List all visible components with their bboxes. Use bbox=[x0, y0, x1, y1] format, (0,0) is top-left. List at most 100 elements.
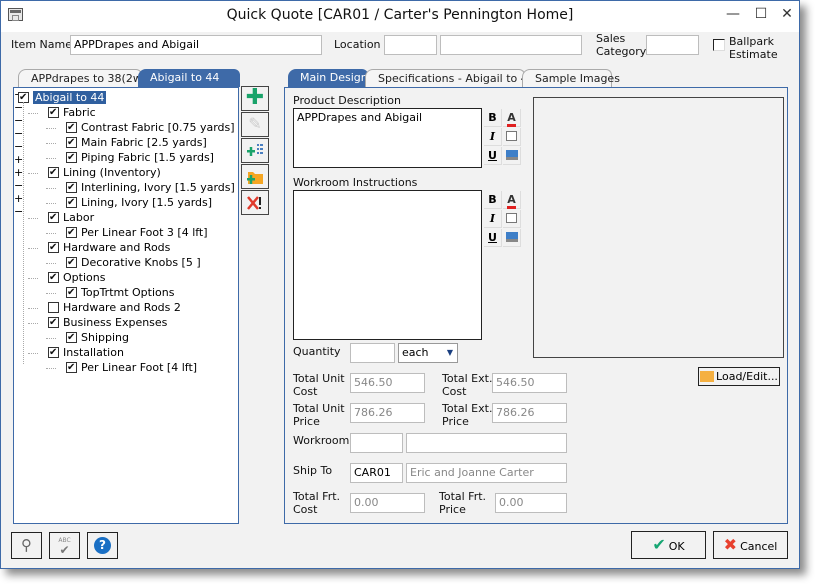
tree-node[interactable]: Lining, Ivory [1.5 yards] bbox=[66, 195, 212, 210]
tab-specifications[interactable]: Specifications - Abigail to 44 bbox=[365, 69, 535, 87]
tree-node-checkbox[interactable] bbox=[48, 210, 59, 225]
tree-node-checkbox[interactable] bbox=[48, 345, 59, 360]
tree-node-checkbox[interactable] bbox=[66, 150, 77, 165]
tree-node[interactable]: Abigail to 44 bbox=[18, 90, 107, 105]
item-tree[interactable]: Abigail to 44Fabric−Contrast Fabric [0.7… bbox=[13, 87, 239, 524]
delete-icon bbox=[247, 196, 261, 210]
wi-bold-button[interactable]: B bbox=[484, 191, 502, 209]
wi-underline-button[interactable]: U bbox=[484, 229, 502, 247]
tree-node-checkbox[interactable] bbox=[48, 315, 59, 330]
tree-node[interactable]: Decorative Knobs [5 ] bbox=[66, 255, 201, 270]
tree-node-label: Options bbox=[63, 271, 106, 284]
spellcheck-button[interactable]: ABC ✔ bbox=[49, 532, 80, 559]
tree-node[interactable]: Business Expenses bbox=[48, 315, 167, 330]
cancel-button[interactable]: ✖ Cancel bbox=[713, 531, 788, 559]
tree-node[interactable]: TopTrtmt Options bbox=[66, 285, 174, 300]
delete-button[interactable] bbox=[241, 190, 269, 215]
total-frt-price-input[interactable]: 0.00 bbox=[495, 493, 567, 513]
location-name-input[interactable] bbox=[440, 35, 582, 55]
bold-button[interactable]: B bbox=[484, 109, 502, 127]
tab-sample-images[interactable]: Sample Images bbox=[522, 69, 620, 87]
tree-node[interactable]: Shipping bbox=[66, 330, 129, 345]
tree-node[interactable]: Fabric bbox=[48, 105, 96, 120]
product-description-textarea[interactable]: APPDrapes and Abigail bbox=[293, 108, 482, 168]
wi-italic-button[interactable]: I bbox=[484, 210, 502, 228]
item-name-label: Item Name bbox=[11, 38, 72, 51]
tree-node-label: TopTrtmt Options bbox=[81, 286, 175, 299]
tree-node[interactable]: Main Fabric [2.5 yards] bbox=[66, 135, 207, 150]
tree-node[interactable]: Hardware and Rods 2 bbox=[48, 300, 181, 315]
tree-node-checkbox[interactable] bbox=[48, 165, 59, 180]
tree-node[interactable]: Per Linear Foot 3 [4 lft] bbox=[66, 225, 208, 240]
maximize-button[interactable]: ☐ bbox=[751, 6, 771, 22]
design-image-box[interactable] bbox=[533, 97, 784, 358]
tree-node-checkbox[interactable] bbox=[66, 225, 77, 240]
print-button[interactable] bbox=[503, 147, 521, 165]
help-button[interactable]: ? bbox=[87, 532, 118, 559]
tree-node-checkbox[interactable] bbox=[48, 105, 59, 120]
italic-button[interactable]: I bbox=[484, 128, 502, 146]
tree-node-label: Abigail to 44 bbox=[33, 91, 107, 104]
workroom-code-input[interactable] bbox=[350, 433, 403, 453]
wi-print-button[interactable] bbox=[503, 229, 521, 247]
item-name-input[interactable]: APPDrapes and Abigail bbox=[70, 35, 322, 55]
checkmark-icon: ✔ bbox=[652, 535, 666, 554]
tree-node[interactable]: Installation bbox=[48, 345, 124, 360]
tree-node-label: Per Linear Foot [4 lft] bbox=[81, 361, 198, 374]
add-folder-button[interactable] bbox=[241, 164, 269, 189]
tree-node[interactable]: Options bbox=[48, 270, 105, 285]
tree-connector bbox=[46, 203, 56, 204]
total-frt-cost-label: Total Frt. Cost bbox=[293, 490, 341, 516]
location-code-input[interactable] bbox=[384, 35, 437, 55]
total-frt-cost-input[interactable]: 0.00 bbox=[350, 493, 425, 513]
ship-to-code-input[interactable]: CAR01 bbox=[350, 463, 403, 483]
tree-node[interactable]: Interlining, Ivory [1.5 yards] bbox=[66, 180, 235, 195]
wi-font-color-button[interactable]: A bbox=[503, 191, 521, 209]
tree-connector bbox=[28, 278, 38, 279]
ok-button[interactable]: ✔ OK bbox=[631, 531, 706, 559]
tree-node-checkbox[interactable] bbox=[48, 302, 59, 313]
ballpark-estimate-checkbox[interactable] bbox=[713, 39, 725, 51]
quantity-input[interactable] bbox=[350, 343, 395, 363]
ballpark-label-line2: Estimate bbox=[729, 48, 778, 61]
tree-node-checkbox[interactable] bbox=[66, 330, 77, 345]
window-title: Quick Quote [CAR01 / Carter's Pennington… bbox=[226, 7, 574, 23]
tree-connector bbox=[28, 113, 38, 114]
workroom-name-input[interactable] bbox=[406, 433, 567, 453]
tree-node-checkbox[interactable] bbox=[66, 255, 77, 270]
spellcheck-check: ✔ bbox=[59, 543, 70, 557]
tree-node[interactable]: Labor bbox=[48, 210, 94, 225]
search-button[interactable]: ⚲ bbox=[11, 532, 42, 559]
wi-insert-date-button[interactable] bbox=[503, 210, 521, 228]
minimize-button[interactable]: — bbox=[723, 6, 743, 22]
tree-node[interactable]: Hardware and Rods bbox=[48, 240, 170, 255]
tree-connector bbox=[46, 263, 56, 264]
close-button[interactable]: ✕ bbox=[777, 6, 797, 22]
tab-main-design[interactable]: Main Design bbox=[288, 69, 368, 87]
tree-node-checkbox[interactable] bbox=[48, 240, 59, 255]
tree-node-checkbox[interactable] bbox=[66, 120, 77, 135]
load-edit-button[interactable]: Load/Edit... bbox=[698, 367, 780, 386]
tree-node[interactable]: Per Linear Foot [4 lft] bbox=[66, 360, 197, 375]
tree-node[interactable]: Lining (Inventory) bbox=[48, 165, 161, 180]
underline-button[interactable]: U bbox=[484, 147, 502, 165]
tree-node[interactable]: Contrast Fabric [0.75 yards] bbox=[66, 120, 235, 135]
add-subitem-button[interactable] bbox=[241, 138, 269, 163]
tab-appdrapes[interactable]: APPdrapes to 38(2w) bbox=[18, 69, 146, 87]
tree-node-checkbox[interactable] bbox=[48, 270, 59, 285]
unit-select[interactable]: each ▼ bbox=[398, 343, 458, 363]
edit-button[interactable]: ✎ bbox=[241, 112, 269, 137]
tree-connector bbox=[46, 188, 56, 189]
tree-node-checkbox[interactable] bbox=[66, 135, 77, 150]
tab-abigail[interactable]: Abigail to 44 bbox=[138, 69, 240, 87]
tree-node-checkbox[interactable] bbox=[66, 180, 77, 195]
font-color-button[interactable]: A bbox=[503, 109, 521, 127]
workroom-instructions-textarea[interactable] bbox=[293, 190, 482, 340]
tree-node-checkbox[interactable] bbox=[66, 285, 77, 300]
sales-category-input[interactable] bbox=[646, 35, 699, 55]
tree-node-checkbox[interactable] bbox=[66, 195, 77, 210]
tree-node[interactable]: Piping Fabric [1.5 yards] bbox=[66, 150, 214, 165]
tree-node-checkbox[interactable] bbox=[66, 360, 77, 375]
add-button[interactable]: ✚ bbox=[241, 86, 269, 111]
insert-date-button[interactable] bbox=[503, 128, 521, 146]
